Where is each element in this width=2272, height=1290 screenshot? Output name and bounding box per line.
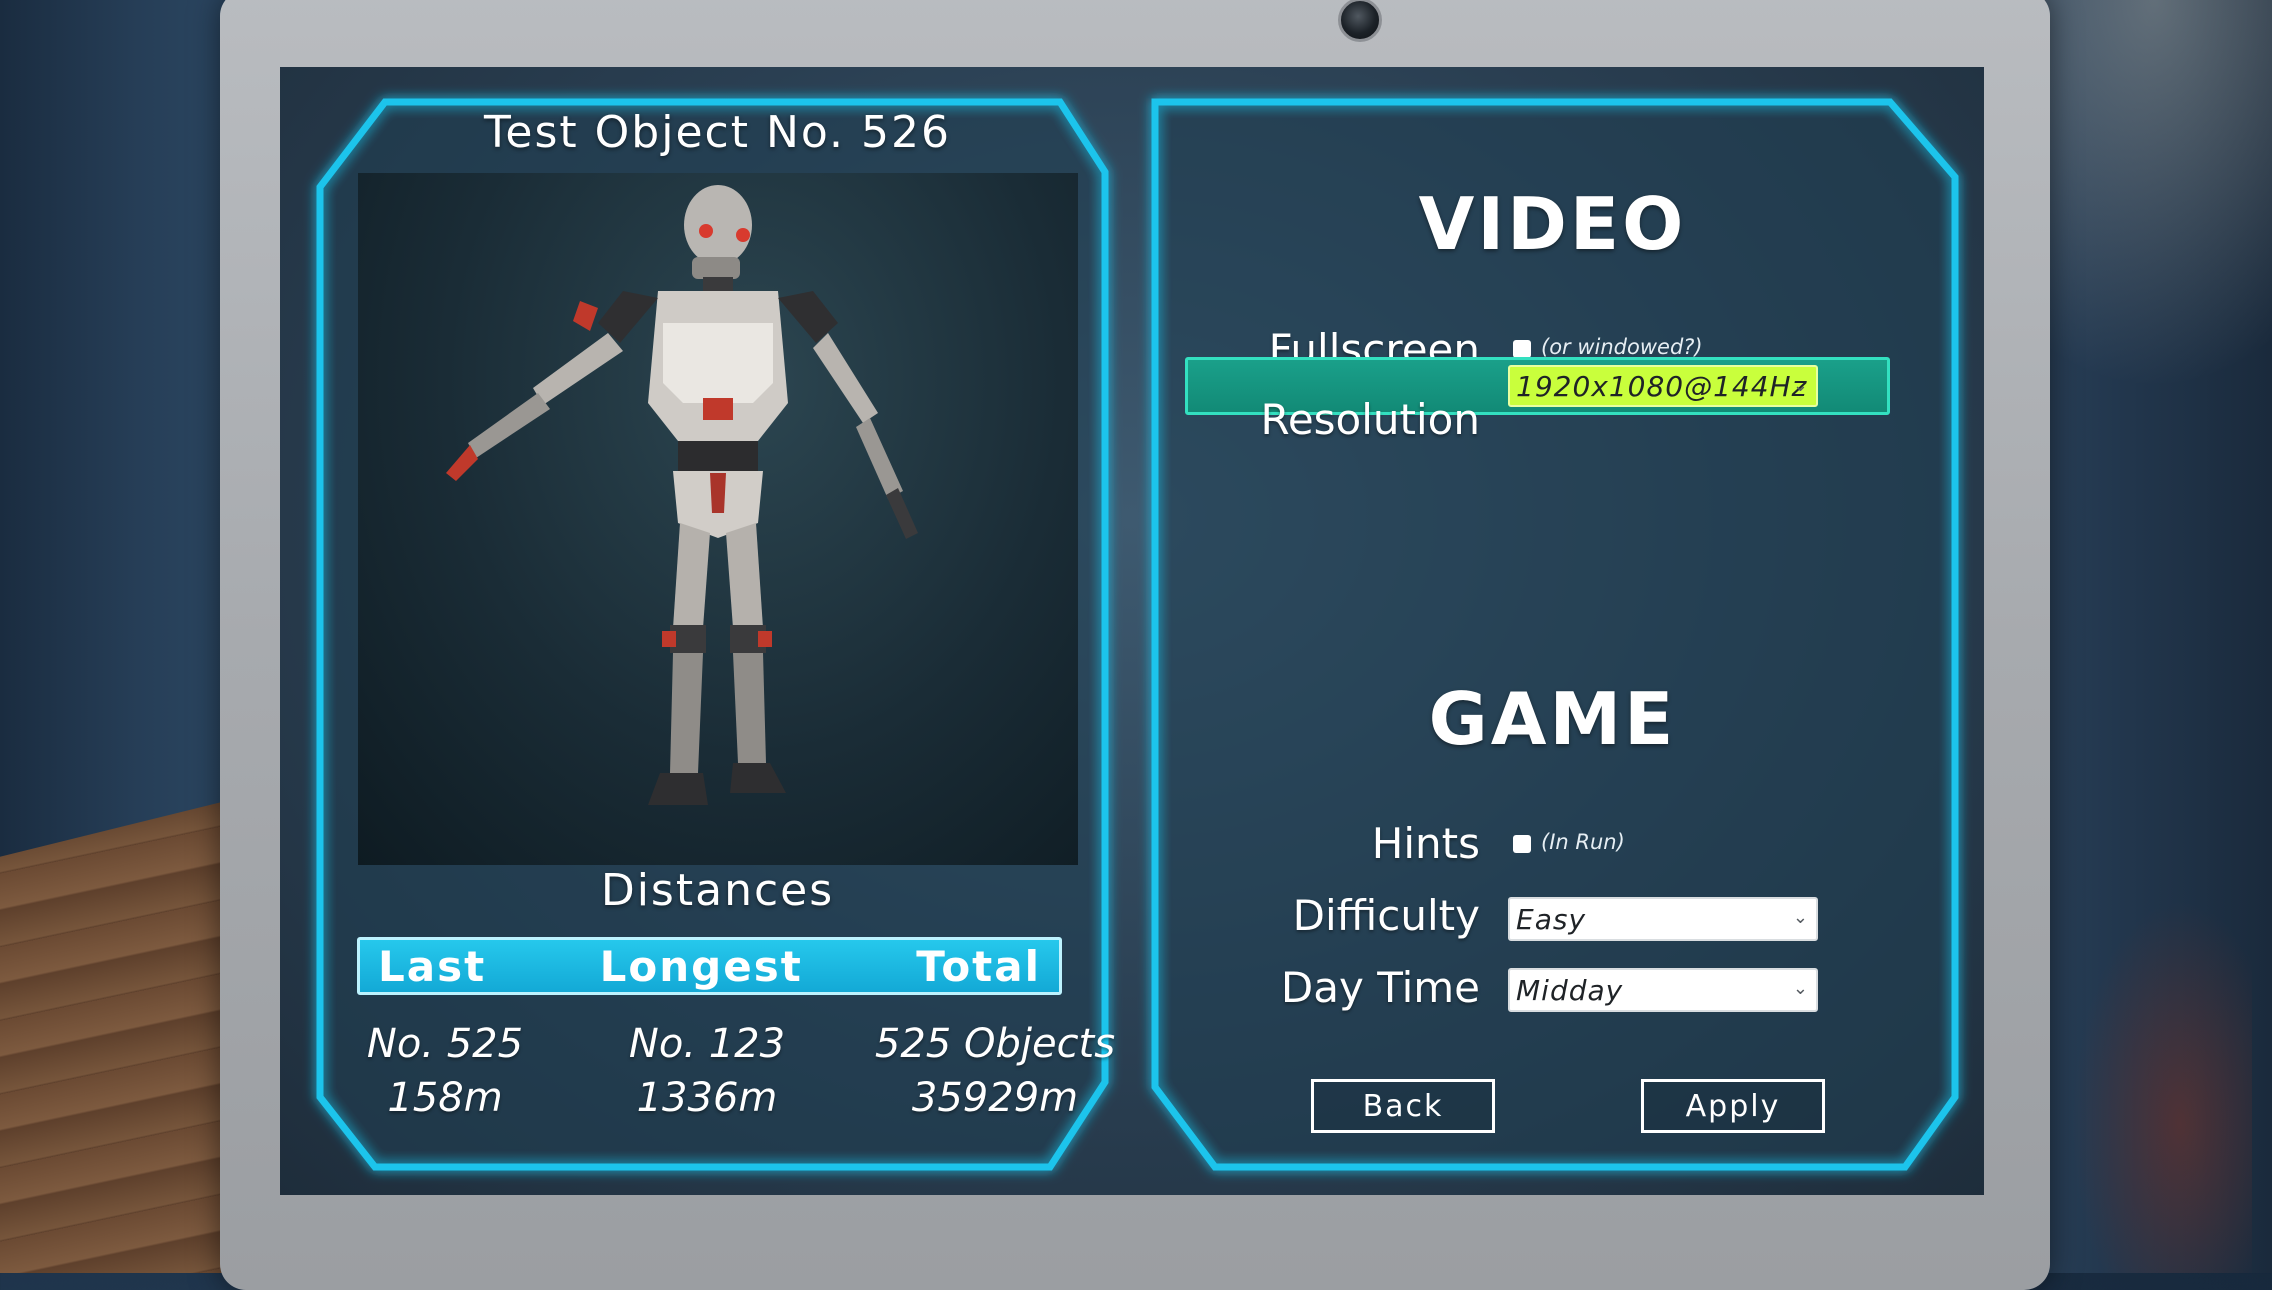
robot-shoulder-accent-left [573,301,598,331]
robot-chest-light [703,398,733,420]
distance-total-values: 525 Objects 35929m [845,1017,1145,1125]
robot-eye-left [699,224,713,238]
distance-longest-values: No. 123 1336m [577,1017,837,1125]
chevron-down-icon: ⌄ [1792,375,1808,396]
distance-total-meters: 35929m [911,1075,1079,1121]
robot-model [446,185,918,805]
robot-knee-accent-left [662,631,676,647]
distance-last-meters: 158m [387,1075,503,1121]
apply-button[interactable]: Apply [1641,1079,1825,1133]
distance-header-last: Last [378,941,487,991]
background-wooden-plank [0,800,230,1273]
robot-foot-left [648,773,708,805]
hints-hint: (In Run) [1541,830,1625,854]
object-title: Test Object No. 526 [484,107,951,158]
difficulty-value: Easy [1516,902,1587,936]
laptop-screen: Test Object No. 526 Distances Last Longe… [280,67,1984,1195]
settings-panel: VIDEO Fullscreen (or windowed?) Resoluti… [1145,97,1960,1177]
difficulty-label: Difficulty [1292,891,1480,940]
hints-checkbox[interactable] [1513,835,1531,853]
distance-longest-meters: 1336m [636,1075,778,1121]
distance-longest-object: No. 123 [628,1021,786,1067]
test-object-panel: Test Object No. 526 Distances Last Longe… [315,97,1120,1177]
distance-total-objects: 525 Objects [874,1021,1116,1067]
hints-label: Hints [1371,819,1480,868]
back-button[interactable]: Back [1311,1079,1495,1133]
resolution-dropdown[interactable]: 1920x1080@144Hz ⌄ [1508,365,1818,407]
robot-foot-right [730,763,786,793]
robot-waist [678,441,758,471]
robot-forearm-right [856,418,903,499]
robot-thigh-right [726,523,763,628]
robot-pelvis-accent [710,473,726,513]
game-heading: GAME [1428,677,1677,761]
webcam-icon [1338,0,1382,42]
robot-knee-accent-right [758,631,772,647]
difficulty-dropdown[interactable]: Easy ⌄ [1508,897,1818,941]
robot-chest-plate [663,323,773,403]
robot-eye-right [736,228,750,242]
daytime-label: Day Time [1280,963,1480,1012]
robot-thigh-left [673,523,710,628]
video-heading: VIDEO [1418,182,1687,266]
robot-head [684,185,752,265]
distance-header-total: Total [916,941,1041,991]
background-rust-stain [2072,900,2252,1273]
fullscreen-checkbox[interactable] [1513,340,1531,358]
robot-forearm-left [468,393,550,458]
robot-preview-viewport [358,173,1078,865]
distances-header-bar: Last Longest Total [357,937,1062,995]
distance-header-longest: Longest [599,941,803,991]
distances-title: Distances [600,865,835,916]
resolution-value: 1920x1080@144Hz [1516,369,1808,403]
chevron-down-icon: ⌄ [1792,907,1808,928]
robot-shin-right [733,653,766,763]
distance-last-values: No. 525 158m [315,1017,575,1125]
robot-hand-right [886,488,918,539]
distance-last-object: No. 525 [366,1021,524,1067]
resolution-label: Resolution [1260,395,1480,444]
fullscreen-hint: (or windowed?) [1541,335,1703,359]
robot-shin-left [670,653,703,773]
robot-upper-arm-left [533,333,623,405]
daytime-value: Midday [1516,973,1624,1007]
robot-jaw [692,257,740,279]
chevron-down-icon: ⌄ [1792,978,1808,999]
robot-upper-arm-right [813,333,878,423]
daytime-dropdown[interactable]: Midday ⌄ [1508,968,1818,1012]
